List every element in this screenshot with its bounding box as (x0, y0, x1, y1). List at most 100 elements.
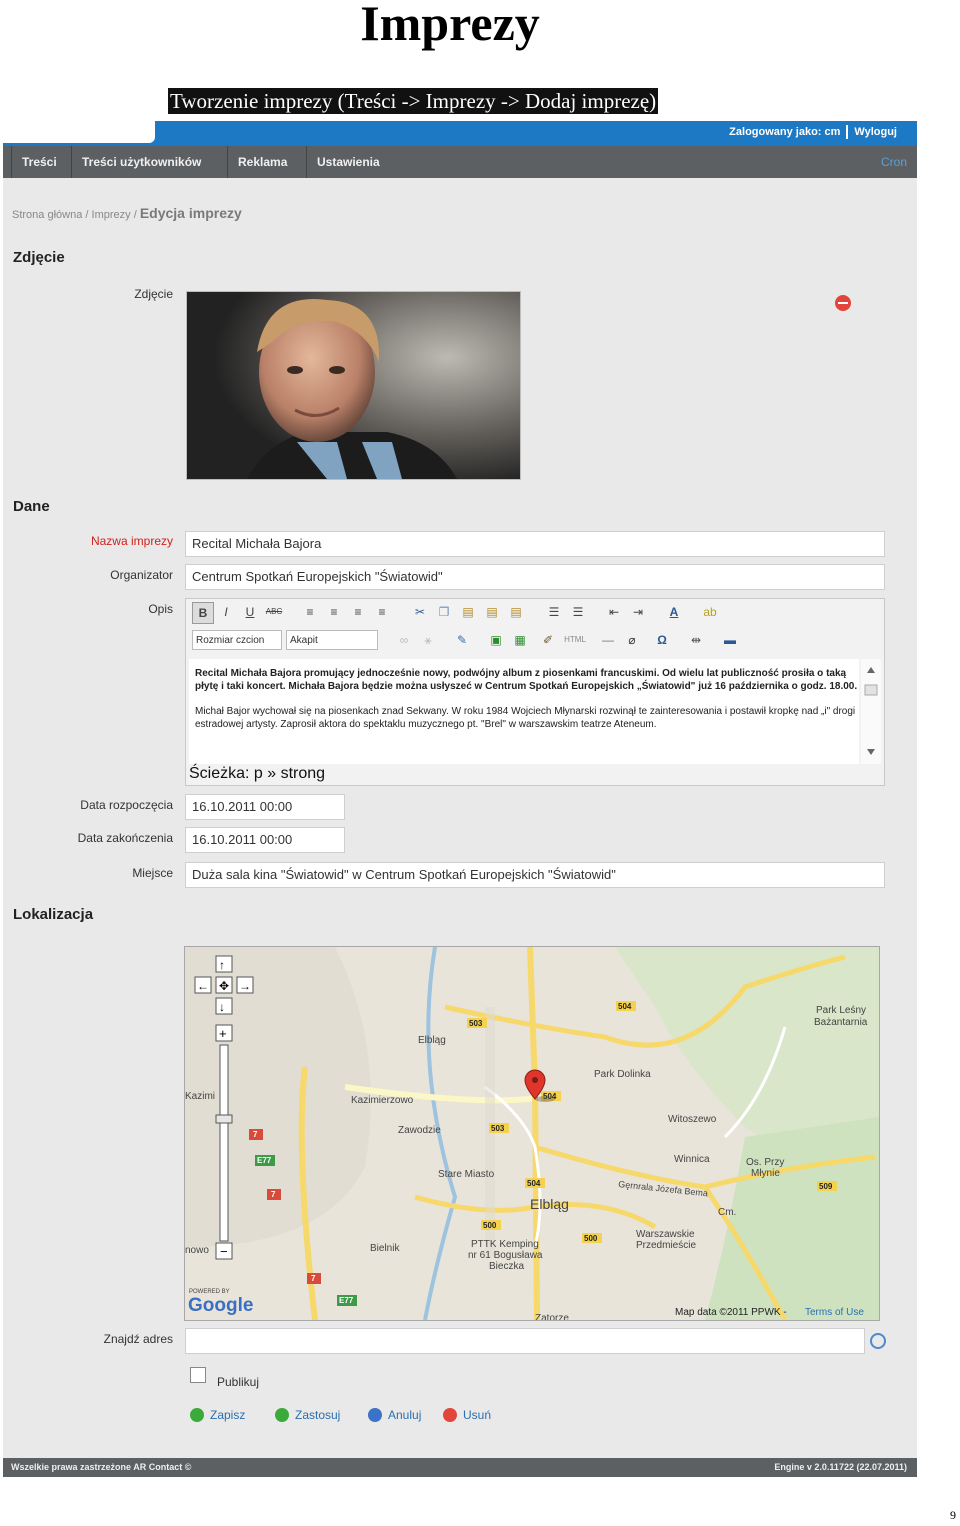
paste-text-icon[interactable]: ▤ (482, 602, 502, 622)
section-heading-location: Lokalizacja (13, 906, 94, 923)
svg-text:503: 503 (469, 1019, 483, 1028)
svg-text:E77: E77 (339, 1296, 354, 1305)
publish-checkbox[interactable] (190, 1367, 206, 1383)
svg-text:Cm.: Cm. (718, 1207, 736, 1218)
save-label: Zapisz (210, 1408, 246, 1422)
separator-line-icon[interactable]: ▬ (720, 630, 740, 650)
svg-text:↑: ↑ (219, 958, 225, 972)
separator (846, 125, 849, 139)
special-char-button[interactable]: Ω (652, 630, 672, 650)
svg-text:504: 504 (618, 1002, 632, 1011)
align-justify-icon[interactable]: ≡ (372, 602, 392, 622)
html-button[interactable]: HTML (562, 630, 588, 650)
anchor-icon[interactable]: ⇹ (686, 630, 706, 650)
bold-button[interactable]: B (192, 602, 214, 624)
italic-button[interactable]: I (216, 602, 236, 622)
horizontal-rule-icon[interactable]: — (598, 630, 618, 650)
photo-label: Zdjęcie (134, 287, 173, 301)
svg-text:Przedmieście: Przedmieście (636, 1240, 696, 1251)
event-name-input[interactable]: Recital Michała Bajora (185, 531, 885, 557)
svg-text:Bażantarnia: Bażantarnia (814, 1017, 868, 1028)
svg-text:Google: Google (188, 1295, 253, 1316)
cancel-icon (368, 1408, 382, 1422)
outdent-icon[interactable]: ⇤ (604, 602, 624, 622)
svg-text:↓: ↓ (219, 1000, 225, 1014)
event-name-label: Nazwa imprezy (90, 534, 173, 548)
place-input[interactable]: Duża sala kina "Światowid" w Centrum Spo… (185, 862, 885, 888)
bullet-list-icon[interactable]: ☰ (544, 602, 564, 622)
svg-text:7: 7 (311, 1274, 316, 1283)
svg-text:PTTK Kemping: PTTK Kemping (471, 1239, 539, 1250)
numbered-list-icon[interactable]: ☰ (568, 602, 588, 622)
media-icon[interactable]: ▦ (510, 630, 530, 650)
image-icon[interactable]: ▣ (486, 630, 506, 650)
cms-screenshot: Zalogowany jako: cm Wyloguj Treści Treści… (3, 121, 917, 1477)
menu-item-ustawienia[interactable]: Ustawienia (306, 146, 390, 178)
svg-text:Zawodzie: Zawodzie (398, 1125, 441, 1136)
start-date-input[interactable]: 16.10.2011 00:00 (185, 794, 345, 820)
text-color-icon[interactable]: A (664, 602, 684, 622)
svg-text:nr 61 Bogusława: nr 61 Bogusława (468, 1250, 543, 1261)
breadcrumb-home[interactable]: Strona główna (12, 209, 82, 221)
description-label: Opis (148, 602, 173, 616)
document-subtitle: Tworzenie imprezy (Treści -> Imprezy -> … (168, 88, 659, 114)
logout-link[interactable]: Wyloguj (854, 126, 897, 138)
strikethrough-button[interactable]: ABC (264, 602, 284, 622)
end-date-input[interactable]: 16.10.2011 00:00 (185, 827, 345, 853)
cut-icon[interactable]: ✂ (410, 602, 430, 622)
indent-icon[interactable]: ⇥ (628, 602, 648, 622)
editor-scrollbar[interactable] (861, 659, 881, 764)
remove-photo-icon[interactable] (835, 295, 851, 311)
edit-source-icon[interactable]: ✎ (452, 630, 472, 650)
delete-icon (443, 1408, 457, 1422)
unlink-icon[interactable]: ⚹ (418, 630, 438, 650)
svg-text:500: 500 (584, 1234, 598, 1243)
end-date-label: Data zakończenia (77, 831, 173, 845)
organizer-input[interactable]: Centrum Spotkań Europejskich "Światowid" (185, 564, 885, 590)
svg-text:Winnica: Winnica (674, 1154, 710, 1165)
apply-button[interactable]: Zastosuj (275, 1408, 340, 1422)
save-button[interactable]: Zapisz (190, 1408, 245, 1422)
cleanup-icon[interactable]: ✐ (538, 630, 558, 650)
breadcrumb-section[interactable]: Imprezy (92, 209, 131, 221)
font-size-select[interactable]: Rozmiar czcion (192, 630, 282, 650)
svg-text:E77: E77 (257, 1156, 272, 1165)
top-bar: Zalogowany jako: cm Wyloguj (3, 121, 917, 146)
menu-item-tresci[interactable]: Treści (11, 146, 67, 178)
copy-icon[interactable]: ❐ (434, 602, 454, 622)
svg-text:509: 509 (819, 1182, 833, 1191)
organizer-label: Organizator (110, 568, 173, 582)
cancel-button[interactable]: Anuluj (368, 1408, 421, 1422)
svg-text:7: 7 (253, 1130, 258, 1139)
editor-content[interactable]: Recital Michała Bajora promujący jednocz… (189, 659, 859, 764)
svg-text:Witoszewo: Witoszewo (668, 1114, 717, 1125)
event-photo (186, 291, 521, 480)
menu-item-reklama[interactable]: Reklama (227, 146, 297, 178)
menu-item-tresci-uzytkownikow[interactable]: Treści użytkowników (71, 146, 211, 178)
search-icon[interactable] (870, 1333, 886, 1349)
align-center-icon[interactable]: ≡ (324, 602, 344, 622)
portrait-image (187, 292, 520, 479)
underline-button[interactable]: U (240, 602, 260, 622)
svg-text:Terms of Use: Terms of Use (805, 1307, 864, 1318)
align-right-icon[interactable]: ≡ (348, 602, 368, 622)
svg-text:−: − (220, 1244, 228, 1259)
svg-text:Map data ©2011 PPWK -: Map data ©2011 PPWK - (675, 1307, 787, 1318)
logged-in-as: Zalogowany jako: cm (729, 125, 841, 138)
highlight-color-icon[interactable]: ab (700, 602, 720, 622)
remove-format-icon[interactable]: ⌀ (622, 630, 642, 650)
format-select[interactable]: Akapit (286, 630, 378, 650)
footer: Wszelkie prawa zastrzeżone AR Contact © … (3, 1458, 917, 1477)
find-address-input[interactable] (185, 1328, 865, 1354)
cron-link[interactable]: Cron (881, 146, 907, 178)
svg-text:500: 500 (483, 1221, 497, 1230)
align-left-icon[interactable]: ≡ (300, 602, 320, 622)
delete-button[interactable]: Usuń (443, 1408, 491, 1422)
paste-icon[interactable]: ▤ (458, 602, 478, 622)
link-icon[interactable]: ∞ (394, 630, 414, 650)
paste-word-icon[interactable]: ▤ (506, 602, 526, 622)
cancel-label: Anuluj (388, 1408, 422, 1422)
location-map[interactable]: Elbląg Kazimierzowo Zawodzie Stare Miast… (184, 946, 880, 1321)
svg-text:Bieczka: Bieczka (489, 1261, 524, 1272)
breadcrumb-separator: / (133, 209, 137, 221)
